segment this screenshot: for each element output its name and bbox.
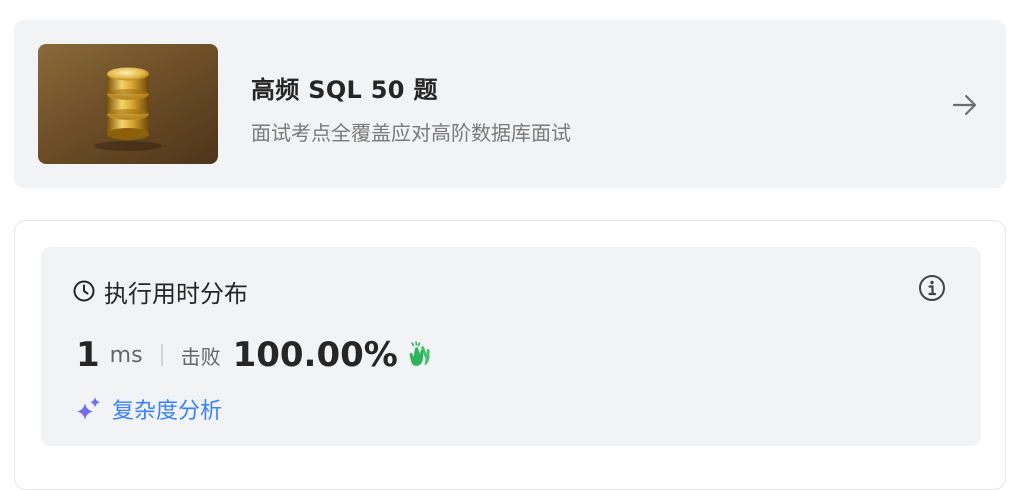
study-plan-title[interactable]: 高频 SQL 50 题 — [251, 70, 438, 105]
arrow-right-icon[interactable] — [950, 90, 980, 120]
runtime-value: 1 — [76, 335, 100, 375]
runtime-stats: 1 ms 击败 100.00% — [76, 335, 436, 375]
runtime-unit: ms — [109, 342, 143, 368]
study-plan-card[interactable]: 高频 SQL 50 题 面试考点全覆盖应对高阶数据库面试 — [14, 20, 1006, 188]
submission-result-panel: 执行用时分布 1 ms 击败 100.00% 复杂度分析 — [14, 220, 1006, 490]
study-plan-cover — [38, 44, 218, 164]
database-icon — [94, 67, 162, 151]
runtime-distribution-card[interactable]: 执行用时分布 1 ms 击败 100.00% 复杂度分析 — [41, 247, 981, 446]
stats-divider — [160, 344, 163, 366]
complexity-analysis-label[interactable]: 复杂度分析 — [112, 393, 222, 425]
runtime-header: 执行用时分布 — [72, 277, 248, 308]
clapping-hands-icon — [409, 341, 430, 366]
beat-percentage: 100.00% — [232, 335, 398, 375]
beat-label: 击败 — [180, 344, 221, 369]
complexity-analysis-link[interactable]: 复杂度分析 — [74, 393, 222, 425]
clock-icon — [73, 280, 95, 302]
study-plan-subtitle: 面试考点全覆盖应对高阶数据库面试 — [251, 121, 571, 145]
sparkle-icon — [77, 397, 100, 420]
info-icon[interactable] — [918, 274, 946, 302]
runtime-title: 执行用时分布 — [104, 279, 248, 308]
